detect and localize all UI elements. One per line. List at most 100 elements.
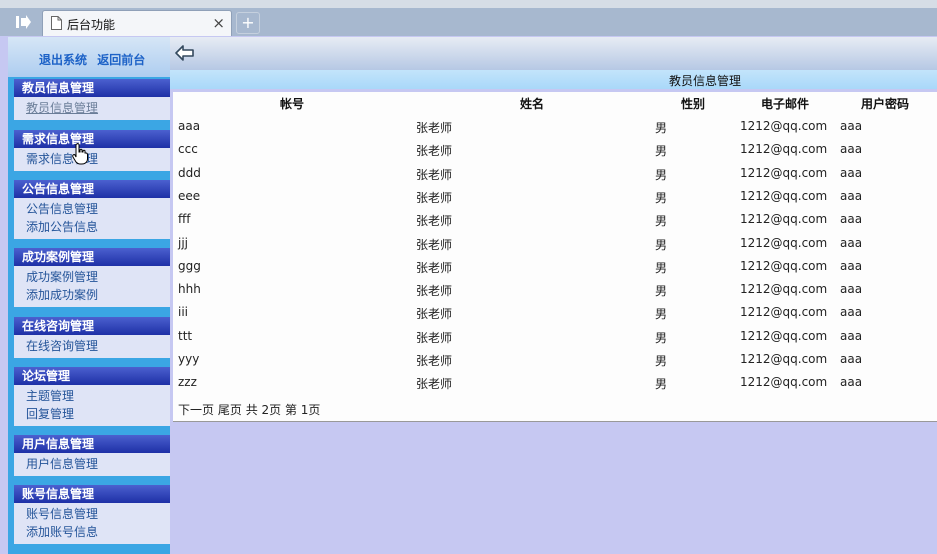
cell-gender: 男 (655, 121, 668, 135)
cell-password: aaa (840, 165, 863, 180)
cell-gender: 男 (655, 190, 668, 205)
cell-gender: 男 (655, 214, 668, 229)
browser-tab-bar: 后台功能 × + (0, 8, 937, 36)
table-row: aaa 张老师 男 1212@qq.com aaa (173, 119, 937, 139)
menu-section-items: 公告信息管理 添加公告信息 (14, 198, 170, 239)
cell-account: ccc (178, 142, 198, 157)
cell-name: 张老师 (416, 167, 453, 182)
cell-email: 1212@qq.com (740, 235, 828, 250)
column-header-name: 姓名 (520, 97, 545, 111)
column-header-account: 帐号 (280, 97, 305, 111)
cell-email: 1212@qq.com (740, 142, 828, 157)
menu-section-title[interactable]: 账号信息管理 (14, 485, 170, 503)
table-row: iii 张老师 男 1212@qq.com aaa (173, 305, 937, 325)
menu-section-items: 在线咨询管理 (14, 335, 170, 358)
menu-section-items: 主题管理 回复管理 (14, 385, 170, 426)
cell-account: hhh (178, 282, 201, 297)
menu-section: 论坛管理 主题管理 回复管理 (14, 367, 170, 426)
menu-section: 账号信息管理 账号信息管理 添加账号信息 (14, 485, 170, 544)
sidebar-menu-item[interactable]: 用户信息管理 (26, 455, 170, 473)
cell-account: jjj (178, 235, 189, 250)
cell-email: 1212@qq.com (740, 305, 828, 320)
browser-tab[interactable]: 后台功能 × (42, 10, 232, 36)
cell-email: 1212@qq.com (740, 258, 828, 273)
table-row: fff 张老师 男 1212@qq.com aaa (173, 212, 937, 232)
sidebar-menu-item[interactable]: 成功案例管理 (26, 268, 170, 286)
cell-email: 1212@qq.com (740, 188, 828, 203)
cell-name: 张老师 (416, 307, 453, 322)
cell-password: aaa (840, 282, 863, 297)
cell-password: aaa (840, 188, 863, 203)
menu-section: 在线咨询管理 在线咨询管理 (14, 317, 170, 358)
sidebar-menu-item[interactable]: 教员信息管理 (26, 99, 170, 117)
cell-name: 张老师 (416, 354, 453, 368)
cell-gender: 男 (655, 377, 668, 392)
cell-name: 张老师 (416, 284, 453, 299)
column-header-gender: 性别 (681, 97, 706, 111)
cell-email: 1212@qq.com (740, 375, 828, 390)
cell-gender: 男 (655, 167, 668, 182)
menu-section: 用户信息管理 用户信息管理 (14, 435, 170, 476)
table-row: ddd 张老师 男 1212@qq.com aaa (173, 166, 937, 186)
cell-name: 张老师 (416, 260, 453, 275)
menu-section-title[interactable]: 成功案例管理 (14, 248, 170, 266)
sidebar-menu-item[interactable]: 回复管理 (26, 405, 170, 423)
cell-password: aaa (840, 258, 863, 273)
cell-account: iii (178, 305, 189, 320)
column-header-email: 电子邮件 (761, 97, 810, 111)
menu-section: 教员信息管理 教员信息管理 (14, 79, 170, 120)
sidebar-menu-item[interactable]: 公告信息管理 (26, 200, 170, 218)
menu-section-items: 成功案例管理 添加成功案例 (14, 266, 170, 307)
tab-close-icon[interactable]: × (212, 14, 225, 32)
menu-section-items: 教员信息管理 (14, 97, 170, 120)
cell-account: ddd (178, 165, 201, 180)
cell-account: ggg (178, 258, 201, 273)
sidebar-menu-item[interactable]: 账号信息管理 (26, 505, 170, 523)
sidebar-toggle-button[interactable] (8, 11, 38, 33)
cell-name: 张老师 (416, 144, 453, 159)
cell-gender: 男 (655, 284, 668, 299)
cell-password: aaa (840, 375, 863, 390)
logout-link[interactable]: 退出系统 (39, 53, 87, 67)
sidebar-menu-item[interactable]: 在线咨询管理 (26, 337, 170, 355)
sidebar-menu-item[interactable]: 主题管理 (26, 387, 170, 405)
page-icon (51, 16, 62, 30)
sidebar-menu-item[interactable]: 添加成功案例 (26, 286, 170, 304)
cell-password: aaa (840, 328, 863, 343)
toolbar (170, 37, 937, 70)
cell-account: ttt (178, 328, 193, 343)
sidebar: 退出系统 返回前台 教员信息管理 教员信息管理 需求信息管理 需求信息管理 公告信息管理… (8, 37, 170, 554)
main-panel: 教员信息管理 帐号 姓名 性别 电子邮件 用户密码 aaa 张老师男 1212@qq… (170, 37, 937, 554)
cell-email: 1212@qq.com (740, 212, 828, 227)
cell-name: 张老师 (416, 330, 453, 345)
menu-section-title[interactable]: 论坛管理 (14, 367, 170, 385)
hand-cursor-icon (72, 143, 88, 165)
menu-section-title[interactable]: 用户信息管理 (14, 435, 170, 453)
cell-password: aaa (840, 305, 863, 320)
menu-section-title[interactable]: 教员信息管理 (14, 79, 170, 97)
sidebar-menu-item[interactable]: 需求信息管理 (26, 150, 170, 168)
cell-account: aaa (178, 119, 201, 133)
cell-name: 张老师 (416, 190, 453, 205)
table-row: eee 张老师 男 1212@qq.com aaa (173, 189, 937, 209)
menu-section-title[interactable]: 在线咨询管理 (14, 317, 170, 335)
menu-section-items: 账号信息管理 添加账号信息 (14, 503, 170, 544)
next-page-link[interactable]: 下一页 (178, 403, 214, 417)
table-row: jjj 张老师 男 1212@qq.com aaa (173, 236, 937, 256)
cell-account: zzz (178, 375, 197, 390)
table-row: ttt 张老师 男 1212@qq.com aaa (173, 329, 937, 349)
cell-email: 1212@qq.com (740, 282, 828, 297)
table-row: ccc 张老师 男 1212@qq.com aaa (173, 142, 937, 162)
last-page-link[interactable]: 尾页 (218, 403, 242, 417)
cell-password: aaa (840, 212, 863, 227)
sidebar-menu-item[interactable]: 添加账号信息 (26, 523, 170, 541)
tab-title: 后台功能 (67, 18, 116, 32)
back-arrow-icon[interactable] (175, 45, 195, 61)
page-title: 教员信息管理 (669, 74, 742, 88)
back-to-front-link[interactable]: 返回前台 (97, 53, 145, 67)
sidebar-menu-item[interactable]: 添加公告信息 (26, 218, 170, 236)
menu-section-title[interactable]: 公告信息管理 (14, 180, 170, 198)
cell-name: 张老师 (416, 237, 453, 252)
new-tab-button[interactable]: + (236, 12, 260, 34)
menu-section-title[interactable]: 需求信息管理 (14, 130, 170, 148)
